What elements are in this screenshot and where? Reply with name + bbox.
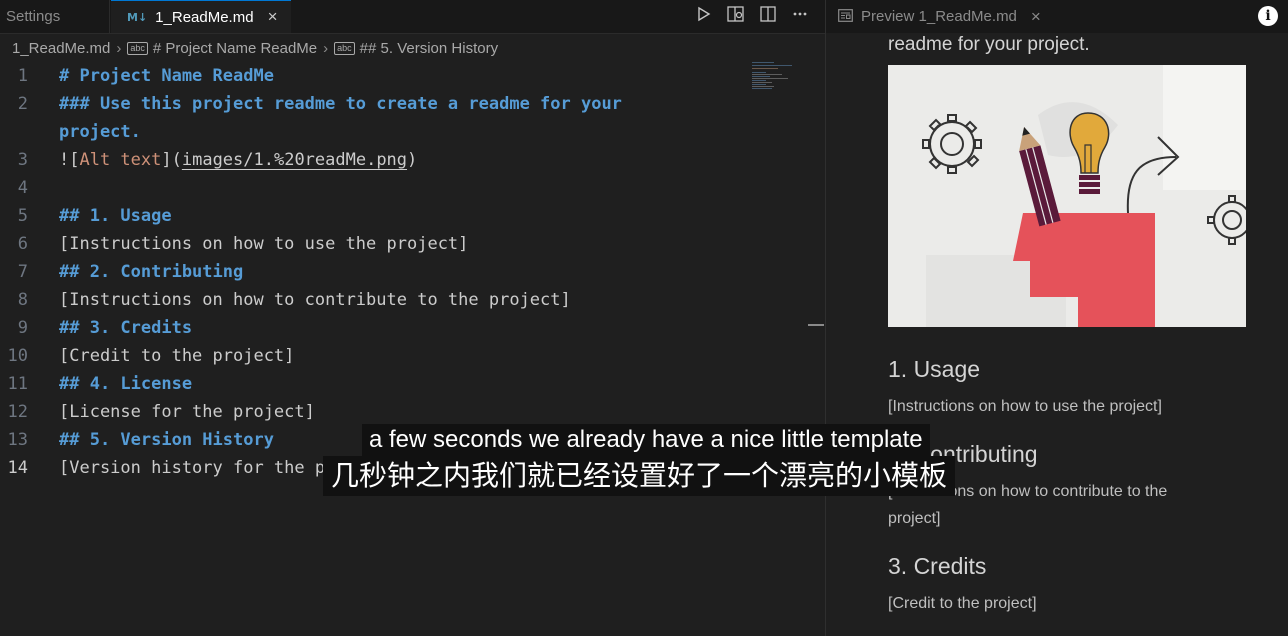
preview-credits-heading: 3. Credits <box>888 553 987 579</box>
tab-readme[interactable]: M↓ 1_ReadMe.md × <box>111 0 291 33</box>
markdown-preview-pane: Preview 1_ReadMe.md × i readme for your … <box>826 0 1288 636</box>
line-number: 5 <box>17 206 28 226</box>
md-image-suffix: ) <box>407 150 418 170</box>
code-line-11: ## 4. License <box>59 374 193 394</box>
line-number-active: 14 <box>7 458 28 478</box>
code-line-1: # Project Name ReadMe <box>59 66 274 86</box>
code-line-10: [Credit to the project] <box>59 346 295 366</box>
subtitle-english: a few seconds we already have a nice lit… <box>362 424 930 456</box>
open-preview-to-side-icon[interactable] <box>727 6 745 27</box>
split-editor-icon[interactable] <box>759 6 777 27</box>
code-line-2: ### Use this project readme to create a … <box>59 94 622 114</box>
info-icon[interactable]: i <box>1258 6 1278 26</box>
tab-settings-label: Settings <box>6 8 61 25</box>
md-image-mid: ]( <box>161 150 182 170</box>
line-number: 11 <box>7 374 28 394</box>
more-actions-icon[interactable] <box>791 6 809 27</box>
scrollbar-thumb[interactable] <box>808 324 824 326</box>
md-image-prefix: ![ <box>59 150 80 170</box>
tab-readme-label: 1_ReadMe.md <box>155 8 254 26</box>
line-number: 6 <box>17 234 28 254</box>
breadcrumb-item-project-name[interactable]: # Project Name ReadMe <box>153 40 317 57</box>
chevron-right-icon: › <box>116 39 122 57</box>
line-number: 8 <box>17 290 28 310</box>
code-line-7: ## 2. Contributing <box>59 262 244 282</box>
code-line-6: [Instructions on how to use the project] <box>59 234 469 254</box>
breadcrumb-item-version-history[interactable]: ## 5. Version History <box>360 40 498 57</box>
subtitle-chinese: 几秒钟之内我们就已经设置好了一个漂亮的小模板 <box>323 456 956 496</box>
editor-pane: Settings M↓ 1_ReadMe.md × 1_ReadMe.md › … <box>0 0 825 636</box>
breadcrumb: 1_ReadMe.md › abc # Project Name ReadMe … <box>0 36 498 60</box>
editor-tab-bar: Settings M↓ 1_ReadMe.md × <box>0 0 825 34</box>
code-line-8: [Instructions on how to contribute to th… <box>59 290 571 310</box>
minimap[interactable] <box>752 62 800 90</box>
editor-actions <box>695 0 809 33</box>
code-line-13: ## 5. Version History <box>59 430 274 450</box>
code-line-3: ![Alt text](images/1.%20readMe.png) <box>59 150 417 170</box>
symbol-string-icon: abc <box>127 41 148 55</box>
symbol-string-icon: abc <box>334 41 355 55</box>
preview-tab-bar-fill <box>1058 0 1288 33</box>
tab-preview[interactable]: Preview 1_ReadMe.md × <box>826 0 1058 33</box>
line-number: 2 <box>17 94 28 114</box>
md-image-link[interactable]: images/1.%20readMe.png <box>182 150 407 170</box>
tab-settings[interactable]: Settings <box>0 0 110 33</box>
close-icon[interactable]: × <box>1031 7 1041 27</box>
line-number: 4 <box>17 178 28 198</box>
preview-usage-text: [Instructions on how to use the project] <box>888 398 1162 415</box>
line-number: 12 <box>7 402 28 422</box>
line-number: 1 <box>17 66 28 86</box>
preview-contributing-text-wrap: project] <box>888 510 941 527</box>
code-line-12: [License for the project] <box>59 402 315 422</box>
code-line-2-wrap: project. <box>59 122 141 142</box>
breadcrumb-file[interactable]: 1_ReadMe.md <box>12 40 110 57</box>
line-number: 7 <box>17 262 28 282</box>
code-line-5: ## 1. Usage <box>59 206 172 226</box>
md-image-alt: Alt text <box>79 150 162 170</box>
line-number: 13 <box>7 430 28 450</box>
close-icon[interactable]: × <box>268 7 278 27</box>
preview-icon <box>838 8 853 25</box>
markdown-icon: M↓ <box>127 10 148 24</box>
preview-usage-heading: 1. Usage <box>888 356 981 382</box>
chevron-right-icon: › <box>323 39 329 57</box>
play-icon[interactable] <box>695 6 713 27</box>
preview-h3-tail: readme for your project. <box>888 34 1090 55</box>
tab-preview-label: Preview 1_ReadMe.md <box>861 8 1017 25</box>
line-number: 3 <box>17 150 28 170</box>
code-line-9: ## 3. Credits <box>59 318 193 338</box>
readme-hero-image <box>888 65 1246 327</box>
line-number: 10 <box>7 346 28 366</box>
line-number: 9 <box>17 318 28 338</box>
preview-credits-text: [Credit to the project] <box>888 595 1037 612</box>
